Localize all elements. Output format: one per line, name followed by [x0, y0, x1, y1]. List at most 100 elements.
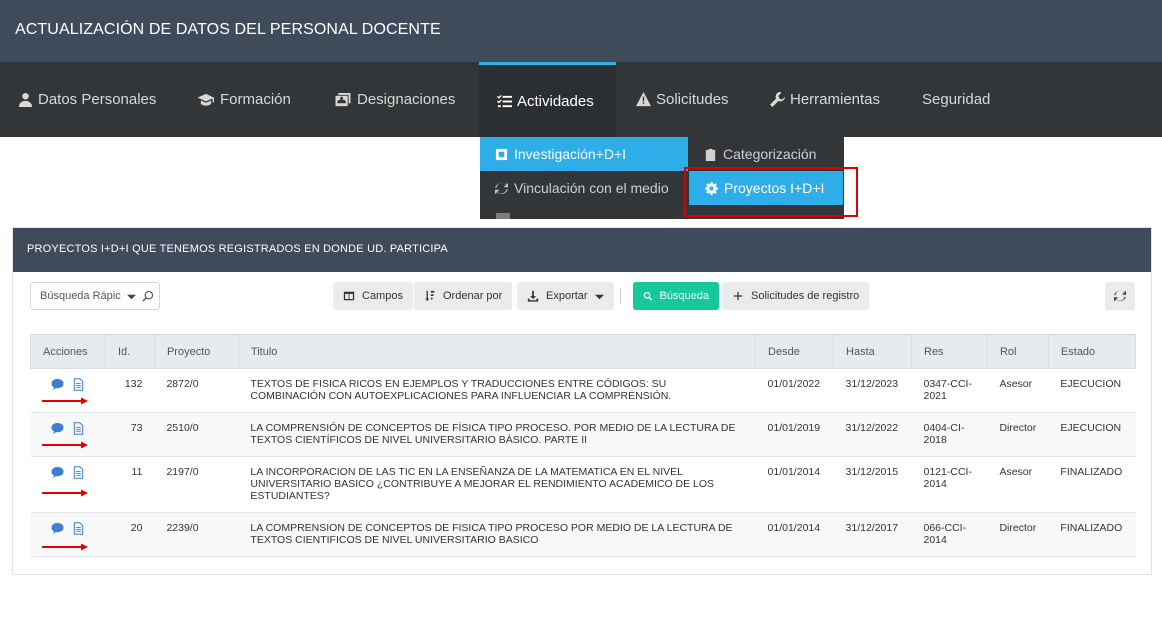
nav-item-herramientas[interactable]: Herramientas — [770, 62, 880, 137]
annotation-box — [684, 167, 858, 217]
comment-icon[interactable] — [50, 522, 64, 535]
cell-estado: FINALIZADO — [1048, 512, 1136, 557]
nav-label: Formación — [220, 91, 291, 108]
app-header: ACTUALIZACIÓN DE DATOS DEL PERSONAL DOCE… — [0, 0, 1162, 62]
square-icon — [495, 148, 508, 160]
table-row[interactable]: 73 2510/0 LA COMPRENSIÓN DE CONCEPTOS DE… — [30, 412, 1136, 457]
menu-item-categorizacion[interactable]: Categorización — [688, 137, 844, 171]
user-icon — [18, 92, 33, 107]
sort-icon — [425, 290, 435, 302]
menu-item-label: Categorización — [723, 146, 817, 162]
cell-id: 11 — [105, 456, 155, 513]
cell-hasta: 31/12/2023 — [833, 368, 912, 413]
col-id[interactable]: Id. — [104, 334, 155, 369]
cell-res: 0347-CCI-2021 — [911, 368, 988, 413]
cell-res: 0121-CCI-2014 — [911, 456, 988, 513]
document-icon[interactable] — [72, 378, 85, 391]
plus-icon — [733, 291, 743, 301]
cell-id: 73 — [105, 412, 155, 457]
actions-cell — [30, 456, 106, 513]
col-proyecto[interactable]: Proyecto — [153, 334, 239, 369]
nav-item-datos-personales[interactable]: Datos Personales — [18, 62, 156, 137]
nav-label: Designaciones — [357, 91, 456, 108]
nav-item-designaciones[interactable]: Designaciones — [334, 62, 455, 137]
nav-item-actividades[interactable]: Actividades — [479, 62, 616, 137]
document-icon[interactable] — [72, 422, 85, 435]
clipboard-icon — [705, 148, 716, 161]
cell-estado: EJECUCION — [1048, 368, 1136, 413]
table-header-row: Acciones Id. Proyecto Titulo Desde Hasta… — [30, 334, 1137, 369]
nav-item-seguridad[interactable]: Seguridad — [922, 62, 990, 137]
cell-titulo: LA INCORPORACION DE LAS TIC EN LA ENSEÑA… — [238, 456, 756, 513]
search-label: Búsqueda — [659, 290, 709, 302]
registration-requests-button[interactable]: Solicitudes de registro — [722, 282, 870, 310]
cell-estado: EJECUCION — [1048, 412, 1136, 457]
refresh-button[interactable] — [1105, 282, 1135, 310]
warning-icon — [636, 92, 651, 107]
caret-down-icon — [126, 294, 136, 299]
col-desde[interactable]: Desde — [755, 334, 835, 369]
search-icon — [142, 290, 153, 302]
col-titulo[interactable]: Titulo — [237, 334, 757, 369]
comment-icon[interactable] — [50, 422, 64, 435]
table-row[interactable]: 20 2239/0 LA COMPRENSION DE CONCEPTOS DE… — [30, 512, 1136, 557]
nav-label: Seguridad — [922, 91, 991, 108]
document-icon[interactable] — [72, 466, 85, 479]
cell-res: 0404-CI-2018 — [911, 412, 988, 457]
table-row[interactable]: 11 2197/0 LA INCORPORACION DE LAS TIC EN… — [30, 456, 1136, 513]
menu-item-truncated — [480, 207, 688, 219]
search-button[interactable]: Búsqueda — [633, 282, 719, 310]
refresh-icon — [495, 182, 508, 194]
cell-desde: 01/01/2019 — [755, 412, 834, 457]
cell-proyecto: 2510/0 — [154, 412, 239, 457]
cell-hasta: 31/12/2017 — [833, 512, 912, 557]
actions-cell — [30, 512, 106, 557]
col-hasta[interactable]: Hasta — [833, 334, 912, 369]
columns-icon — [343, 291, 355, 301]
cell-desde: 01/01/2014 — [755, 456, 834, 513]
nav-item-solicitudes[interactable]: Solicitudes — [636, 62, 729, 137]
main-nav: Datos Personales Formación Designaciones… — [0, 62, 1162, 137]
toolbar-divider — [620, 288, 621, 304]
cell-proyecto: 2239/0 — [154, 512, 239, 557]
caret-down-icon — [594, 294, 604, 299]
projects-panel: PROYECTOS I+D+I QUE TENEMOS REGISTRADOS … — [12, 227, 1152, 575]
refresh-icon — [1114, 290, 1126, 302]
comment-icon[interactable] — [50, 378, 64, 391]
annotation-arrow-icon — [41, 543, 88, 551]
download-icon — [527, 290, 539, 302]
cell-rol: Director — [987, 412, 1049, 457]
cell-desde: 01/01/2014 — [755, 512, 834, 557]
menu-item-vinculacion[interactable]: Vinculación con el medio — [480, 171, 688, 205]
actions-cell — [30, 412, 106, 457]
comment-icon[interactable] — [50, 466, 64, 479]
cell-res: 066-CCI-2014 — [911, 512, 988, 557]
menu-item-label: Vinculación con el medio — [514, 180, 669, 196]
col-res[interactable]: Res — [911, 334, 988, 369]
col-rol[interactable]: Rol — [986, 334, 1049, 369]
cell-proyecto: 2197/0 — [154, 456, 239, 513]
search-placeholder: Búsqueda Rápic — [40, 290, 121, 302]
document-icon[interactable] — [72, 522, 85, 535]
menu-item-label: Investigación+D+I — [514, 146, 627, 162]
annotation-arrow-icon — [41, 441, 88, 449]
export-button[interactable]: Exportar — [517, 282, 614, 310]
id-card-icon — [335, 92, 351, 107]
cell-hasta: 31/12/2015 — [833, 456, 912, 513]
projects-table: Acciones Id. Proyecto Titulo Desde Hasta… — [30, 334, 1137, 557]
nav-item-formacion[interactable]: Formación — [197, 62, 291, 137]
cell-rol: Director — [987, 512, 1049, 557]
quick-search-input[interactable]: Búsqueda Rápic — [30, 282, 160, 310]
table-row[interactable]: 132 2872/0 TEXTOS DE FISICA RICOS EN EJE… — [30, 368, 1136, 413]
annotation-arrow-icon — [41, 397, 88, 405]
cell-rol: Asesor — [987, 368, 1049, 413]
col-estado[interactable]: Estado — [1047, 334, 1137, 369]
cell-rol: Asesor — [987, 456, 1049, 513]
cell-titulo: LA COMPRENSIÓN DE CONCEPTOS DE FÍSICA TI… — [238, 412, 756, 457]
nav-label: Solicitudes — [656, 91, 729, 108]
fields-button[interactable]: Campos — [333, 282, 413, 310]
col-acciones[interactable]: Acciones — [30, 334, 106, 369]
menu-item-investigacion[interactable]: Investigación+D+I — [480, 137, 688, 171]
sort-button[interactable]: Ordenar por — [414, 282, 513, 310]
cell-estado: FINALIZADO — [1048, 456, 1136, 513]
